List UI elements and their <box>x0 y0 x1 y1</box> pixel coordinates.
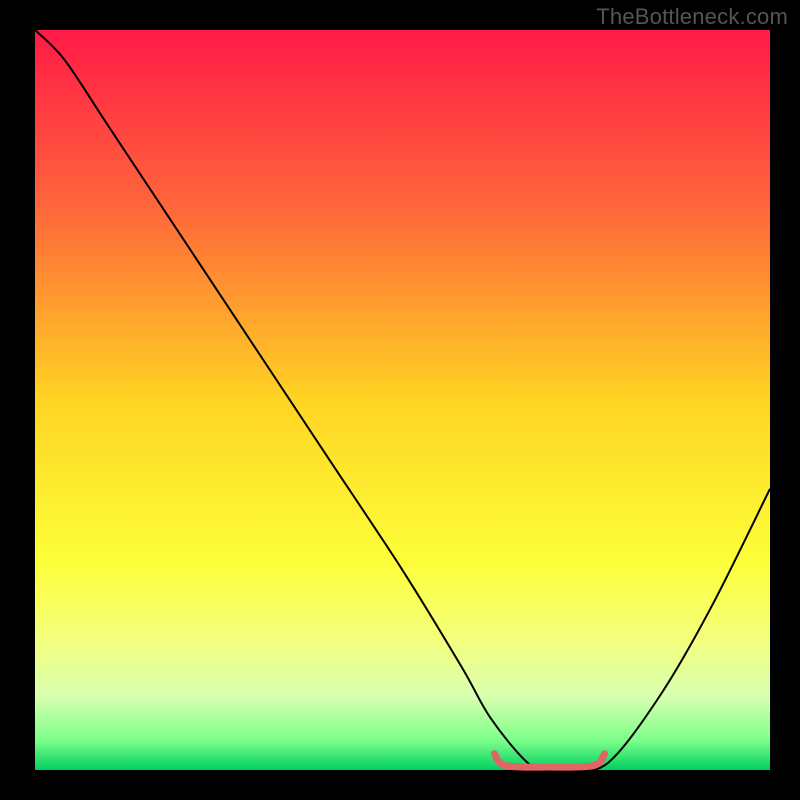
watermark-text: TheBottleneck.com <box>596 4 788 30</box>
bottleneck-plot <box>0 0 800 800</box>
chart-frame: TheBottleneck.com <box>0 0 800 800</box>
gradient-background <box>35 30 770 770</box>
